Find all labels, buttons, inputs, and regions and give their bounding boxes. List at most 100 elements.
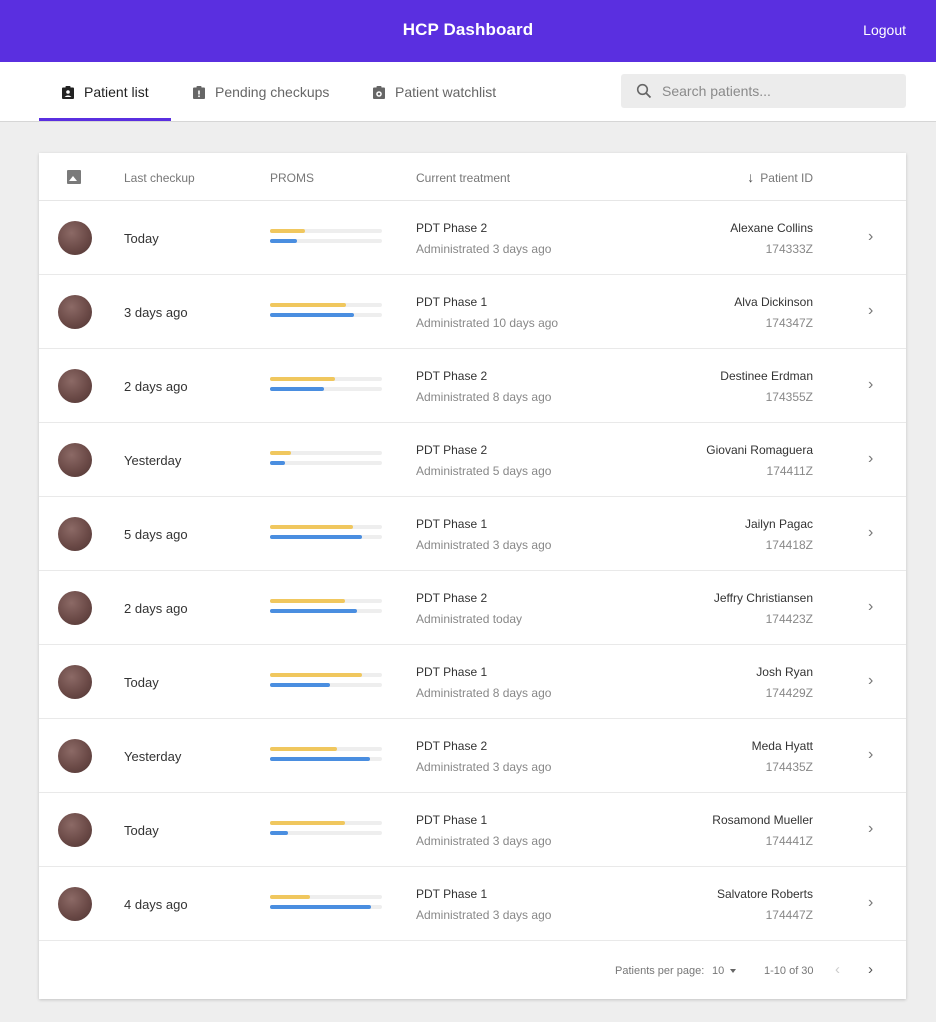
patient-id: Rosamond Mueller 174441Z	[712, 813, 813, 848]
app-bar: HCP Dashboard Logout	[0, 0, 936, 62]
treatment-phase: PDT Phase 2	[416, 221, 488, 235]
proms-bars	[270, 303, 382, 323]
table-header: Last checkup PROMS Current treatment ↓ Pa…	[39, 153, 906, 201]
chevron-right-icon[interactable]: ›	[868, 450, 873, 468]
proms-track	[270, 525, 382, 529]
current-treatment: PDT Phase 2 Administrated 3 days ago	[416, 739, 551, 774]
patient-name: Giovani Romaguera	[706, 443, 813, 457]
proms-bars	[270, 895, 382, 915]
proms-bar-secondary	[270, 757, 370, 761]
chevron-right-icon[interactable]: ›	[868, 961, 873, 978]
patient-number: 174411Z	[766, 464, 813, 478]
table-row[interactable]: 4 days ago PDT Phase 1 Administrated 3 day…	[39, 867, 906, 941]
search-input[interactable]	[662, 83, 882, 99]
last-checkup: Today	[124, 675, 159, 690]
last-checkup: Yesterday	[124, 749, 182, 764]
chevron-left-icon[interactable]: ‹	[835, 961, 840, 978]
caret-down-icon[interactable]	[730, 969, 736, 973]
table-row[interactable]: 2 days ago PDT Phase 2 Administrated today…	[39, 571, 906, 645]
per-page-select[interactable]: 10	[712, 965, 724, 977]
table-row[interactable]: Today PDT Phase 1 Administrated 3 days ago…	[39, 793, 906, 867]
clipboard-alert-icon	[193, 85, 205, 99]
chevron-right-icon[interactable]: ›	[868, 672, 873, 690]
treatment-administered: Administrated 8 days ago	[416, 390, 552, 404]
clipboard-account-icon	[62, 85, 74, 99]
chevron-right-icon[interactable]: ›	[868, 598, 873, 616]
proms-bar-primary	[270, 895, 310, 899]
chevron-right-icon[interactable]: ›	[868, 524, 873, 542]
current-treatment: PDT Phase 1 Administrated 8 days ago	[416, 665, 551, 700]
patient-id: Alexane Collins 174333Z	[730, 221, 813, 256]
search-icon	[636, 83, 652, 99]
tab-pending-checkups[interactable]: Pending checkups	[193, 62, 329, 122]
last-checkup: 5 days ago	[124, 527, 188, 542]
proms-bars	[270, 451, 382, 471]
tab-patient-list[interactable]: Patient list	[62, 62, 149, 122]
avatar	[58, 443, 92, 477]
current-treatment: PDT Phase 1 Administrated 3 days ago	[416, 813, 551, 848]
chevron-right-icon[interactable]: ›	[868, 746, 873, 764]
proms-track	[270, 747, 382, 751]
treatment-administered: Administrated 3 days ago	[416, 908, 552, 922]
table-row[interactable]: Today PDT Phase 1 Administrated 8 days ago…	[39, 645, 906, 719]
proms-track	[270, 599, 382, 603]
per-page-label: Patients per page:	[615, 965, 705, 977]
patient-id: Giovani Romaguera 174411Z	[706, 443, 813, 478]
column-label: Patient ID	[760, 171, 813, 185]
avatar	[58, 813, 92, 847]
proms-bar-secondary	[270, 609, 357, 613]
proms-bar-primary	[270, 229, 305, 233]
search-box[interactable]	[621, 74, 906, 108]
current-treatment: PDT Phase 1 Administrated 3 days ago	[416, 517, 551, 552]
proms-track	[270, 451, 382, 455]
treatment-phase: PDT Phase 1	[416, 295, 488, 309]
tab-label: Patient watchlist	[395, 84, 497, 100]
patient-number: 174347Z	[765, 316, 813, 330]
proms-track	[270, 831, 382, 835]
proms-bars	[270, 747, 382, 767]
column-current-treatment[interactable]: Current treatment	[416, 171, 510, 185]
last-checkup: Yesterday	[124, 453, 182, 468]
table-row[interactable]: 5 days ago PDT Phase 1 Administrated 3 day…	[39, 497, 906, 571]
proms-bar-secondary	[270, 535, 362, 539]
chevron-right-icon[interactable]: ›	[868, 820, 873, 838]
patient-number: 174333Z	[765, 242, 813, 256]
patient-id: Jeffry Christiansen 174423Z	[714, 591, 813, 626]
proms-track	[270, 239, 382, 243]
patient-name: Salvatore Roberts	[716, 887, 813, 901]
treatment-phase: PDT Phase 1	[416, 813, 488, 827]
logout-button[interactable]: Logout	[863, 22, 906, 38]
table-row[interactable]: 2 days ago PDT Phase 2 Administrated 8 day…	[39, 349, 906, 423]
patient-number: 174441Z	[765, 834, 813, 848]
chevron-right-icon[interactable]: ›	[868, 376, 873, 394]
last-checkup: Today	[124, 231, 159, 246]
proms-bar-primary	[270, 303, 346, 307]
column-last-checkup[interactable]: Last checkup	[124, 171, 195, 185]
column-proms[interactable]: PROMS	[270, 171, 314, 185]
avatar	[58, 665, 92, 699]
chevron-right-icon[interactable]: ›	[868, 228, 873, 246]
chevron-right-icon[interactable]: ›	[868, 302, 873, 320]
column-patient-id[interactable]: ↓ Patient ID	[747, 169, 813, 185]
patient-name: Jeffry Christiansen	[713, 591, 813, 605]
last-checkup: 4 days ago	[124, 897, 188, 912]
patient-id: Meda Hyatt 174435Z	[752, 739, 813, 774]
table-row[interactable]: Yesterday PDT Phase 2 Administrated 3 days…	[39, 719, 906, 793]
proms-bar-primary	[270, 451, 291, 455]
patient-name: Alva Dickinson	[734, 295, 813, 309]
last-checkup: 3 days ago	[124, 305, 188, 320]
proms-bar-secondary	[270, 387, 324, 391]
table-row[interactable]: 3 days ago PDT Phase 1 Administrated 10 da…	[39, 275, 906, 349]
patient-id: Destinee Erdman 174355Z	[720, 369, 813, 404]
table-row[interactable]: Yesterday PDT Phase 2 Administrated 5 days…	[39, 423, 906, 497]
proms-bar-secondary	[270, 683, 330, 687]
chevron-right-icon[interactable]: ›	[868, 894, 873, 912]
tab-patient-watchlist[interactable]: Patient watchlist	[373, 62, 496, 122]
proms-track	[270, 535, 382, 539]
table-row[interactable]: Today PDT Phase 2 Administrated 3 days ago…	[39, 201, 906, 275]
treatment-administered: Administrated 10 days ago	[416, 316, 559, 330]
proms-bars	[270, 599, 382, 619]
proms-track	[270, 377, 382, 381]
patient-number: 174355Z	[765, 390, 813, 404]
proms-track	[270, 387, 382, 391]
